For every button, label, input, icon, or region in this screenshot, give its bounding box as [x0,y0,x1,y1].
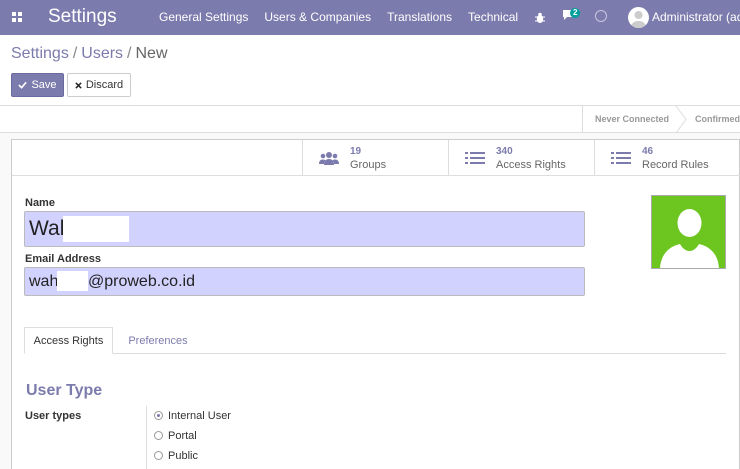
tab-access-rights[interactable]: Access Rights [24,327,113,354]
email-input[interactable]: wah @proweb.co.id [24,267,585,296]
app-title: Settings [48,6,117,27]
groups-count: 19 [350,146,362,157]
breadcrumb-users[interactable]: Users [81,45,123,62]
access-rights-button[interactable]: 340 Access Rights [448,140,594,176]
chat-badge: 2 [570,8,581,18]
menu-general-settings[interactable]: General Settings [159,10,248,24]
main-menu: General Settings Users & Companies Trans… [159,10,534,24]
name-value: Wal [29,217,65,240]
record-rules-count: 46 [642,146,654,157]
menu-translations[interactable]: Translations [387,10,452,24]
field-divider [146,406,147,469]
breadcrumb-settings[interactable]: Settings [11,45,69,62]
breadcrumb: Settings / Users / New [11,45,168,63]
redaction-block [63,216,129,242]
apps-menu-icon[interactable] [12,12,22,22]
save-button[interactable]: Save [11,73,64,97]
save-label: Save [31,79,57,91]
user-types-label: User types [25,410,82,422]
groups-label: Groups [350,159,387,171]
discard-button[interactable]: Discard [67,73,131,97]
user-type-heading: User Type [26,382,103,399]
menu-users-companies[interactable]: Users & Companies [264,10,371,24]
tab-preferences[interactable]: Preferences [123,327,193,354]
email-domain: @proweb.co.id [88,273,195,290]
check-icon [18,81,28,89]
user-photo[interactable] [651,195,726,269]
list-icon [611,152,631,164]
user-menu[interactable]: Administrator (adm [652,10,740,24]
email-label: Email Address [25,253,102,265]
groups-button[interactable]: 19 Groups [302,140,448,176]
radio-portal-label: Portal [168,430,197,442]
record-rules-label: Record Rules [642,159,709,171]
radio-public-label: Public [168,450,198,462]
redaction-block [57,271,88,291]
radio-portal[interactable] [154,431,163,440]
form-sheet [11,139,740,469]
name-input[interactable]: Wal [24,211,585,247]
status-confirmed: Confirmed [695,114,740,124]
name-label: Name [25,197,55,209]
breadcrumb-separator: / [72,45,78,62]
status-never-connected: Never Connected [595,114,670,124]
status-arrow [675,106,687,133]
email-prefix: wah [29,273,59,290]
button-box-divider [12,175,302,176]
breadcrumb-new: New [135,45,168,62]
status-separator [582,106,583,133]
smart-button-box: 19 Groups 340 Access Rights 46 Record Ru… [302,140,740,176]
status-bar: Never Connected Confirmed [0,106,740,133]
activity-clock-icon[interactable] [595,10,607,22]
record-rules-button[interactable]: 46 Record Rules [594,140,740,176]
user-placeholder-icon [660,209,719,268]
breadcrumb-separator: / [127,45,132,62]
access-rights-count: 340 [496,146,513,157]
radio-public[interactable] [154,451,163,460]
close-icon [75,81,82,89]
form-tabs: Access Rights Preferences [24,327,726,354]
debug-icon[interactable] [534,8,546,28]
radio-internal-user-label: Internal User [168,410,231,422]
users-icon [319,152,339,165]
user-avatar[interactable] [628,7,649,28]
discard-label: Discard [85,79,124,91]
top-navbar: Settings General Settings Users & Compan… [0,0,740,35]
list-icon [465,152,485,164]
menu-technical[interactable]: Technical [468,10,518,24]
radio-internal-user[interactable] [154,411,163,420]
access-rights-label: Access Rights [496,159,566,171]
